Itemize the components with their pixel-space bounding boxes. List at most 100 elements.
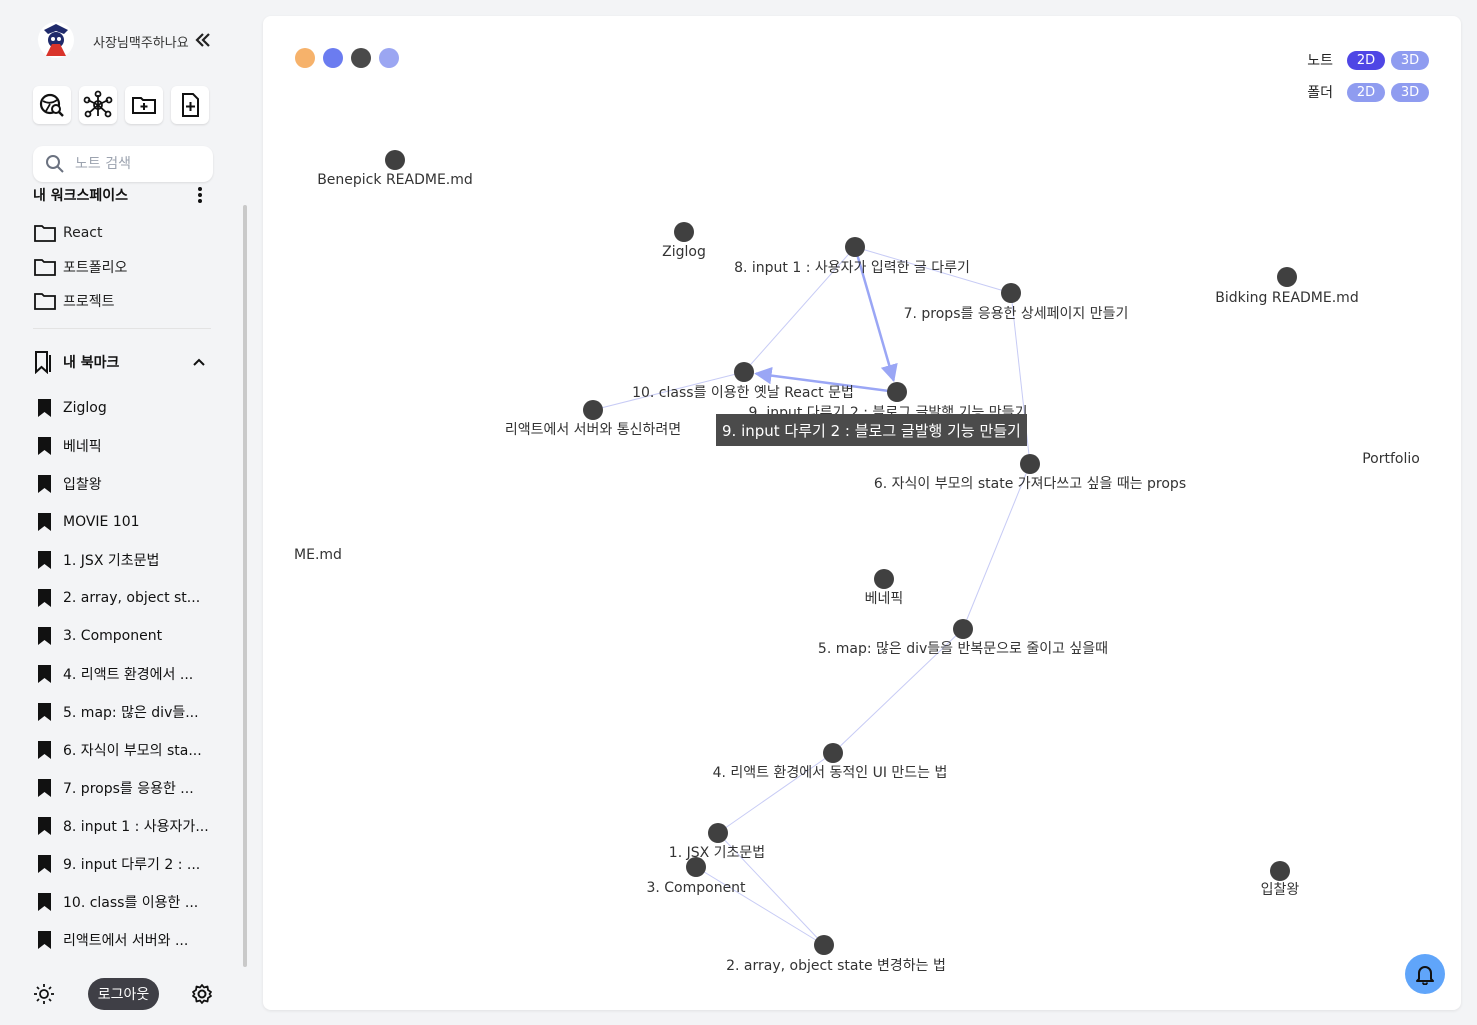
graph-node-n7[interactable]: 7. props를 응용한 상세페이지 만들기 [904,283,1129,322]
graph-node-n3[interactable]: 3. Component [646,857,746,896]
graph-node-dot[interactable] [1270,861,1290,881]
divider [33,328,211,329]
graph-node-dot[interactable] [1277,267,1297,287]
gear-icon[interactable] [191,983,213,1009]
folder-label: 프로젝트 [63,294,115,310]
bookmark-label: 2. array, object st... [63,590,201,606]
graph-node-dot[interactable] [814,935,834,955]
bookmark-icon [38,437,51,455]
graph-node-n6[interactable]: 6. 자식이 부모의 state 가져다쓰고 싶을 때는 props [874,454,1186,492]
folder-icon [34,225,56,242]
graph-node-dot[interactable] [874,569,894,589]
more-vertical-icon[interactable] [195,185,205,205]
file-plus-icon [182,93,199,117]
graph-node-portfolio[interactable]: Portfolio [1362,451,1420,467]
graph-node-ipchal[interactable]: 입찰왕 [1261,861,1300,898]
graph-node-dot[interactable] [823,743,843,763]
bookmark-item[interactable]: 10. class를 이용한 ... [36,883,209,921]
folder-item-portfolio[interactable]: 포트폴리오 [33,250,127,284]
folder-item-react[interactable]: React [33,216,127,250]
graph-node-dot[interactable] [734,362,754,382]
folder-item-project[interactable]: 프로젝트 [33,284,127,318]
graph-node-n1[interactable]: 1. JSX 기초문법 [669,823,765,861]
bookmark-item[interactable]: 8. input 1 : 사용자가... [36,807,209,845]
graph-node-label: 입찰왕 [1261,882,1300,898]
graph-node-n5[interactable]: 5. map: 많은 div들을 반복문으로 줄이고 싶을때 [818,619,1108,657]
bookmark-label: 8. input 1 : 사용자가... [63,819,209,835]
graph-view-button[interactable] [79,86,117,124]
graph-node-label: Ziglog [662,244,706,260]
graph-node-dot[interactable] [887,382,907,402]
bookmark-item[interactable]: 1. JSX 기초문법 [36,541,209,579]
note-graph[interactable]: Benepick README.md Ziglog 8. input 1 : 사용자… [263,16,1461,1010]
graph-node-dot[interactable] [674,222,694,242]
bookmark-item[interactable]: 리액트에서 서버와 ... [36,921,209,959]
bookmark-title: 내 북마크 [63,355,120,371]
graph-node-label: 3. Component [646,880,746,896]
graph-node-dot[interactable] [1020,454,1040,474]
bookmark-header[interactable]: 내 북마크 [33,350,213,374]
bookmark-icon [38,703,51,721]
graph-node-label: Portfolio [1362,451,1420,467]
graph-node-dot[interactable] [385,150,405,170]
graph-node-ziglog[interactable]: Ziglog [662,222,706,260]
workspace-header: 내 워크스페이스 [33,185,213,205]
notification-button[interactable] [1405,954,1445,994]
folder-plus-icon [132,97,156,114]
folder-list: React 포트폴리오 프로젝트 [33,216,127,318]
app-logo[interactable] [36,20,76,60]
graph-node-dot[interactable] [583,400,603,420]
folder-icon [34,293,56,310]
bookmark-item[interactable]: MOVIE 101 [36,503,209,541]
graph-node-n2[interactable]: 2. array, object state 변경하는 법 [726,935,946,974]
graph-node-server[interactable]: 리액트에서 서버와 통신하려면 [505,400,681,438]
bookmark-item[interactable]: 입찰왕 [36,465,209,503]
sidebar-scrollbar[interactable] [243,205,247,967]
note-search [33,146,213,182]
bookmark-item[interactable]: 2. array, object st... [36,579,209,617]
graph-node-n8[interactable]: 8. input 1 : 사용자가 입력한 글 다루기 [734,237,970,276]
collapse-sidebar-icon[interactable] [193,30,213,50]
node-tooltip: 9. input 다루기 2 : 블로그 글발행 기능 만들기 [716,414,1027,446]
explore-search-button[interactable] [33,86,71,124]
bookmark-item[interactable]: 베네픽 [36,427,209,465]
graph-node-dot[interactable] [686,857,706,877]
bookmark-item[interactable]: 3. Component [36,617,209,655]
bookmark-icon [38,931,51,949]
new-folder-button[interactable] [125,86,163,124]
graph-node-dot[interactable] [845,237,865,257]
graph-node-dot[interactable] [708,823,728,843]
graph-node-bidking-readme[interactable]: Bidking README.md [1215,267,1359,306]
bookmark-label: 4. 리액트 환경에서 ... [63,667,194,683]
sun-icon[interactable] [33,983,55,1009]
bookmark-item[interactable]: Ziglog [36,389,209,427]
bookmark-label: MOVIE 101 [63,514,140,530]
chevron-up-icon[interactable] [191,354,207,374]
bookmark-item[interactable]: 6. 자식이 부모의 sta... [36,731,209,769]
graph-node-label: 8. input 1 : 사용자가 입력한 글 다루기 [734,260,970,276]
bookmark-label: 5. map: 많은 div들... [63,705,199,721]
globe-search-icon [39,93,64,117]
user-name: 사장님맥주하나요 [93,36,189,51]
graph-node-dot[interactable] [1001,283,1021,303]
bookmark-label: 1. JSX 기초문법 [63,553,160,569]
bookmark-item[interactable]: 4. 리액트 환경에서 ... [36,655,209,693]
new-note-button[interactable] [171,86,209,124]
graph-node-n4[interactable]: 4. 리액트 환경에서 동적인 UI 만드는 법 [713,743,948,781]
bookmark-icon [38,551,51,569]
graph-node-label: 10. class를 이용한 옛날 React 문법 [632,385,854,401]
graph-node-benepick[interactable]: 베네픽 [865,569,904,607]
bookmark-item[interactable]: 5. map: 많은 div들... [36,693,209,731]
bookmark-item[interactable]: 9. input 다루기 2 : ... [36,845,209,883]
bookmark-item[interactable]: 7. props를 응용한 ... [36,769,209,807]
search-icon [46,155,64,173]
graph-node-readme-partial[interactable]: ME.md [294,547,342,563]
graph-node-dot[interactable] [953,619,973,639]
graph-node-benepick-readme[interactable]: Benepick README.md [317,150,473,188]
search-input[interactable] [73,155,207,173]
logout-button[interactable]: 로그아웃 [88,978,159,1010]
bookmark-icon [38,779,51,797]
bookmark-label: 6. 자식이 부모의 sta... [63,743,202,759]
graph-node-label: Benepick README.md [317,172,473,188]
bookmark-icon [38,589,51,607]
